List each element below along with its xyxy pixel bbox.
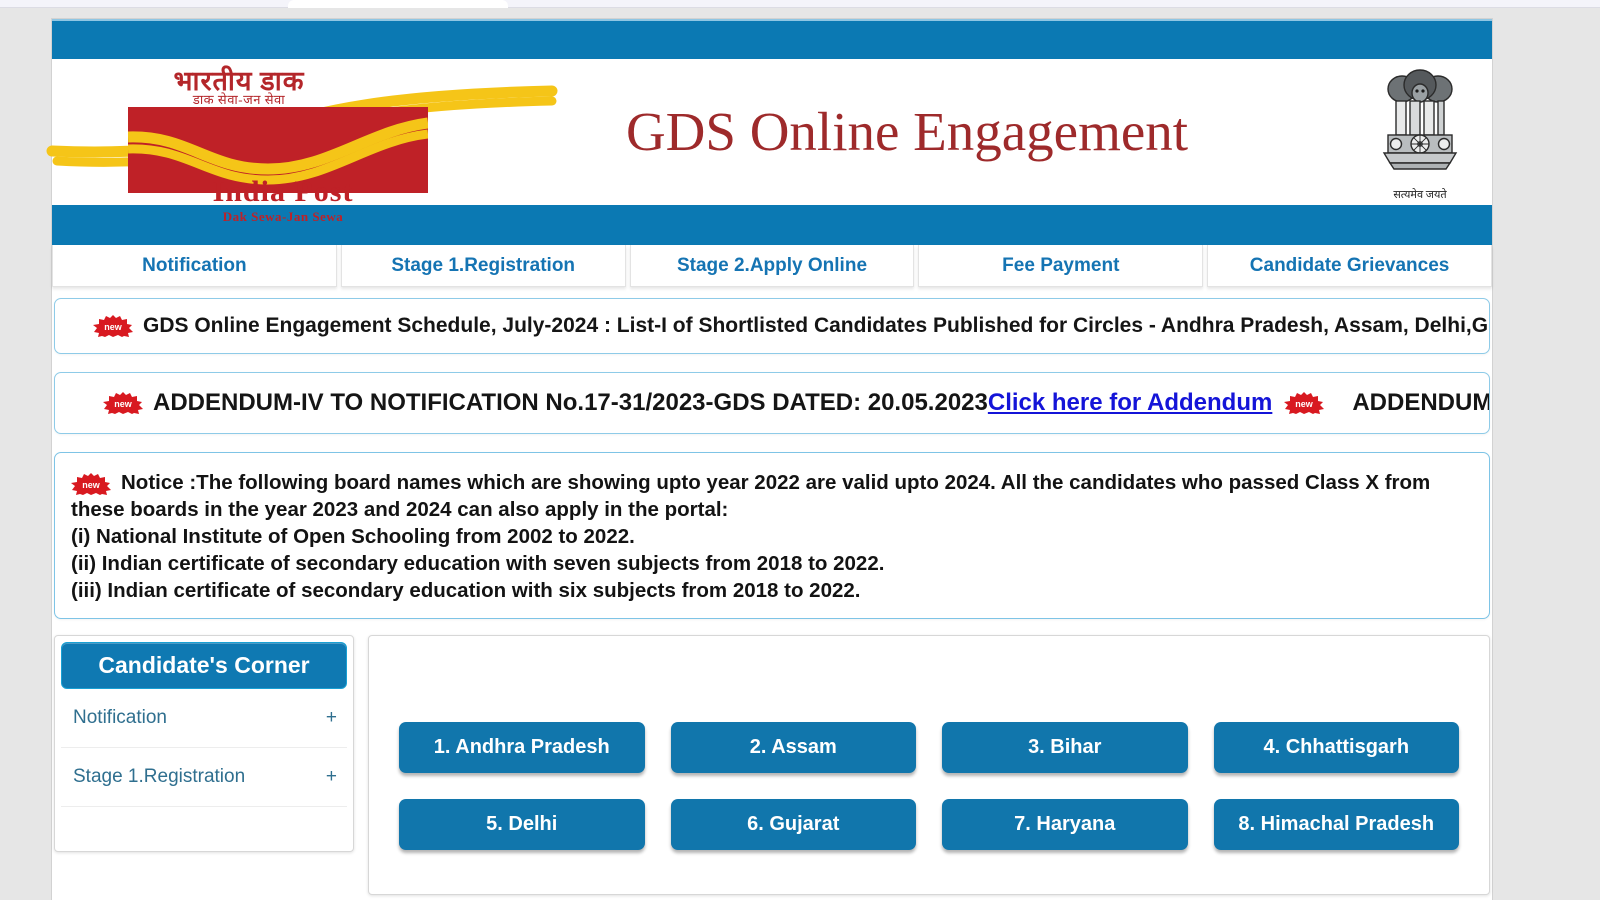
notice-panel: new Notice :The following board names wh… bbox=[54, 452, 1490, 620]
addendum-link[interactable]: Click here for Addendum bbox=[988, 389, 1272, 417]
marquee-schedule: new GDS Online Engagement Schedule, July… bbox=[54, 298, 1490, 354]
svg-text:new: new bbox=[1296, 399, 1315, 409]
tab-stage-2-apply-online[interactable]: Stage 2.Apply Online bbox=[629, 245, 915, 287]
sidebar-item-stage-1-registration[interactable]: Stage 1.Registration + bbox=[61, 748, 347, 808]
svg-text:new: new bbox=[104, 322, 123, 332]
marquee-addendum-content: new ADDENDUM-IV TO NOTIFICATION No.17-31… bbox=[55, 389, 1490, 417]
marquee-addendum-text: ADDENDUM-IV TO NOTIFICATION No.17-31/202… bbox=[153, 389, 988, 416]
svg-text:new: new bbox=[82, 480, 101, 490]
page-title: GDS Online Engagement bbox=[625, 100, 1189, 162]
logo-name-text: India Post bbox=[212, 175, 354, 208]
notice-line-2: (i) National Institute of Open Schooling… bbox=[71, 525, 635, 549]
new-badge-icon: new bbox=[93, 315, 133, 337]
state-button-himachal-pradesh[interactable]: 8. Himachal Pradesh bbox=[1213, 799, 1459, 851]
state-button-bihar[interactable]: 3. Bihar bbox=[942, 722, 1188, 774]
main-navigation: Notification Stage 1.Registration Stage … bbox=[52, 245, 1492, 287]
state-button-haryana[interactable]: 7. Haryana bbox=[942, 799, 1188, 851]
notice-line-1: new Notice :The following board names wh… bbox=[71, 469, 1471, 523]
notice-text-1: Notice :The following board names which … bbox=[71, 471, 1431, 522]
site-header: भारतीय डाक डाक सेवा-जन सेवा India Post D… bbox=[46, 59, 1492, 224]
sidebar-item-label: Notification bbox=[73, 707, 167, 729]
sidebar-item-partial[interactable] bbox=[61, 807, 347, 852]
logo-hindi-sub: डाक सेवा-जन सेवा bbox=[192, 92, 286, 108]
state-button-chhattisgarh[interactable]: 4. Chhattisgarh bbox=[1213, 722, 1459, 774]
expand-plus-icon[interactable]: + bbox=[326, 766, 337, 788]
notice-line-3: (ii) Indian certificate of secondary edu… bbox=[71, 552, 885, 576]
tab-notification[interactable]: Notification bbox=[52, 245, 337, 287]
tab-stage-1-registration[interactable]: Stage 1.Registration bbox=[340, 245, 626, 287]
new-badge-icon: new bbox=[1284, 392, 1325, 414]
state-emblem-icon bbox=[1382, 68, 1458, 170]
state-selection-panel: 1. Andhra Pradesh 2. Assam 3. Bihar 4. C… bbox=[368, 635, 1490, 896]
marquee-schedule-text: GDS Online Engagement Schedule, July-202… bbox=[143, 314, 1490, 337]
new-badge-icon: new bbox=[71, 472, 111, 495]
candidates-corner-sidebar: Candidate's Corner Notification + Stage … bbox=[54, 635, 354, 853]
svg-text:new: new bbox=[114, 399, 133, 409]
logo-hindi-text: भारतीय डाक डाक सेवा-जन सेवा bbox=[124, 67, 354, 107]
sidebar-item-label: Stage 1.Registration bbox=[73, 766, 246, 788]
state-button-gujarat[interactable]: 6. Gujarat bbox=[670, 799, 916, 851]
state-button-delhi[interactable]: 5. Delhi bbox=[399, 799, 645, 851]
expand-plus-icon[interactable]: + bbox=[326, 707, 337, 729]
tab-fee-payment[interactable]: Fee Payment bbox=[918, 245, 1204, 287]
marquee-schedule-content: new GDS Online Engagement Schedule, July… bbox=[55, 314, 1490, 338]
emblem-container: सत्यमेव जयते bbox=[1362, 63, 1492, 202]
india-post-logo[interactable]: भारतीय डाक डाक सेवा-जन सेवा India Post D… bbox=[46, 59, 558, 224]
tab-candidate-grievances[interactable]: Candidate Grievances bbox=[1207, 245, 1492, 287]
sidebar-item-notification[interactable]: Notification + bbox=[61, 689, 347, 749]
page-container: भारतीय डाक डाक सेवा-जन सेवा India Post D… bbox=[46, 19, 1492, 900]
sidebar-title: Candidate's Corner bbox=[61, 642, 347, 690]
browser-chrome-strip bbox=[0, 0, 1600, 8]
marquee-addendum: new ADDENDUM-IV TO NOTIFICATION No.17-31… bbox=[54, 372, 1490, 434]
new-badge-icon: new bbox=[103, 392, 143, 414]
header-top-blue-bar bbox=[52, 19, 1492, 59]
browser-tab[interactable] bbox=[288, 0, 508, 8]
state-button-andhra-pradesh[interactable]: 1. Andhra Pradesh bbox=[399, 722, 645, 774]
marquee-addendum-text-2: ADDENDUM-II TO N bbox=[1352, 389, 1490, 416]
state-button-grid: 1. Andhra Pradesh 2. Assam 3. Bihar 4. C… bbox=[399, 722, 1459, 851]
emblem-motto: सत्यमेव जयते bbox=[1393, 188, 1447, 201]
notice-line-4: (iii) Indian certificate of secondary ed… bbox=[71, 579, 861, 603]
logo-tagline-text: Dak Sewa-Jan Sewa bbox=[222, 209, 344, 224]
lower-section: Candidate's Corner Notification + Stage … bbox=[52, 635, 1492, 896]
state-button-assam[interactable]: 2. Assam bbox=[670, 722, 916, 774]
